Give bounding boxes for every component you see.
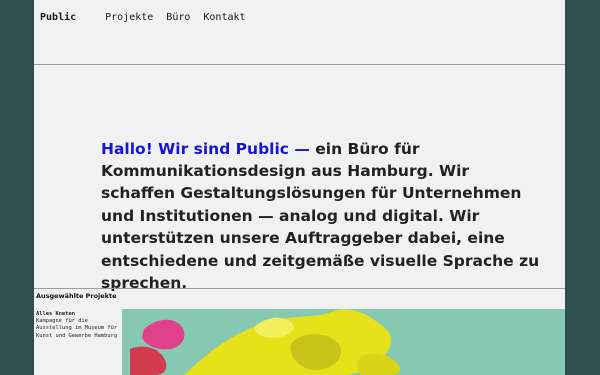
intro-body: ein Büro für Kommunikationsdesign aus Ha… (101, 139, 540, 292)
nav-link-projekte[interactable]: Projekte (105, 12, 153, 23)
project-description: Kampagne für die Ausstellung im Museum f… (36, 318, 118, 339)
page-frame: Public Projekte Büro Kontakt Hallo! Wir … (34, 0, 565, 375)
brand-logo-link[interactable]: Public (40, 12, 76, 23)
intro-accent: Hallo! Wir sind Public — (101, 139, 310, 158)
section-divider (34, 288, 565, 289)
project-caption: Alles Kneten Kampagne für die Ausstellun… (34, 309, 122, 375)
project-title[interactable]: Alles Kneten (36, 311, 120, 318)
top-navigation: Public Projekte Büro Kontakt (40, 12, 246, 23)
clay-red-shape (130, 346, 167, 375)
nav-link-buero[interactable]: Büro (166, 12, 190, 23)
nav-link-kontakt[interactable]: Kontakt (203, 12, 245, 23)
clay-yellow-small-shape (357, 353, 401, 375)
header-divider (34, 64, 565, 65)
intro-text: Hallo! Wir sind Public — ein Büro für Ko… (101, 138, 541, 295)
clay-pink-shape (142, 319, 185, 350)
project-teaser[interactable]: Alles Kneten Kampagne für die Ausstellun… (34, 309, 565, 375)
section-label: Ausgewählte Projekte (36, 292, 117, 300)
